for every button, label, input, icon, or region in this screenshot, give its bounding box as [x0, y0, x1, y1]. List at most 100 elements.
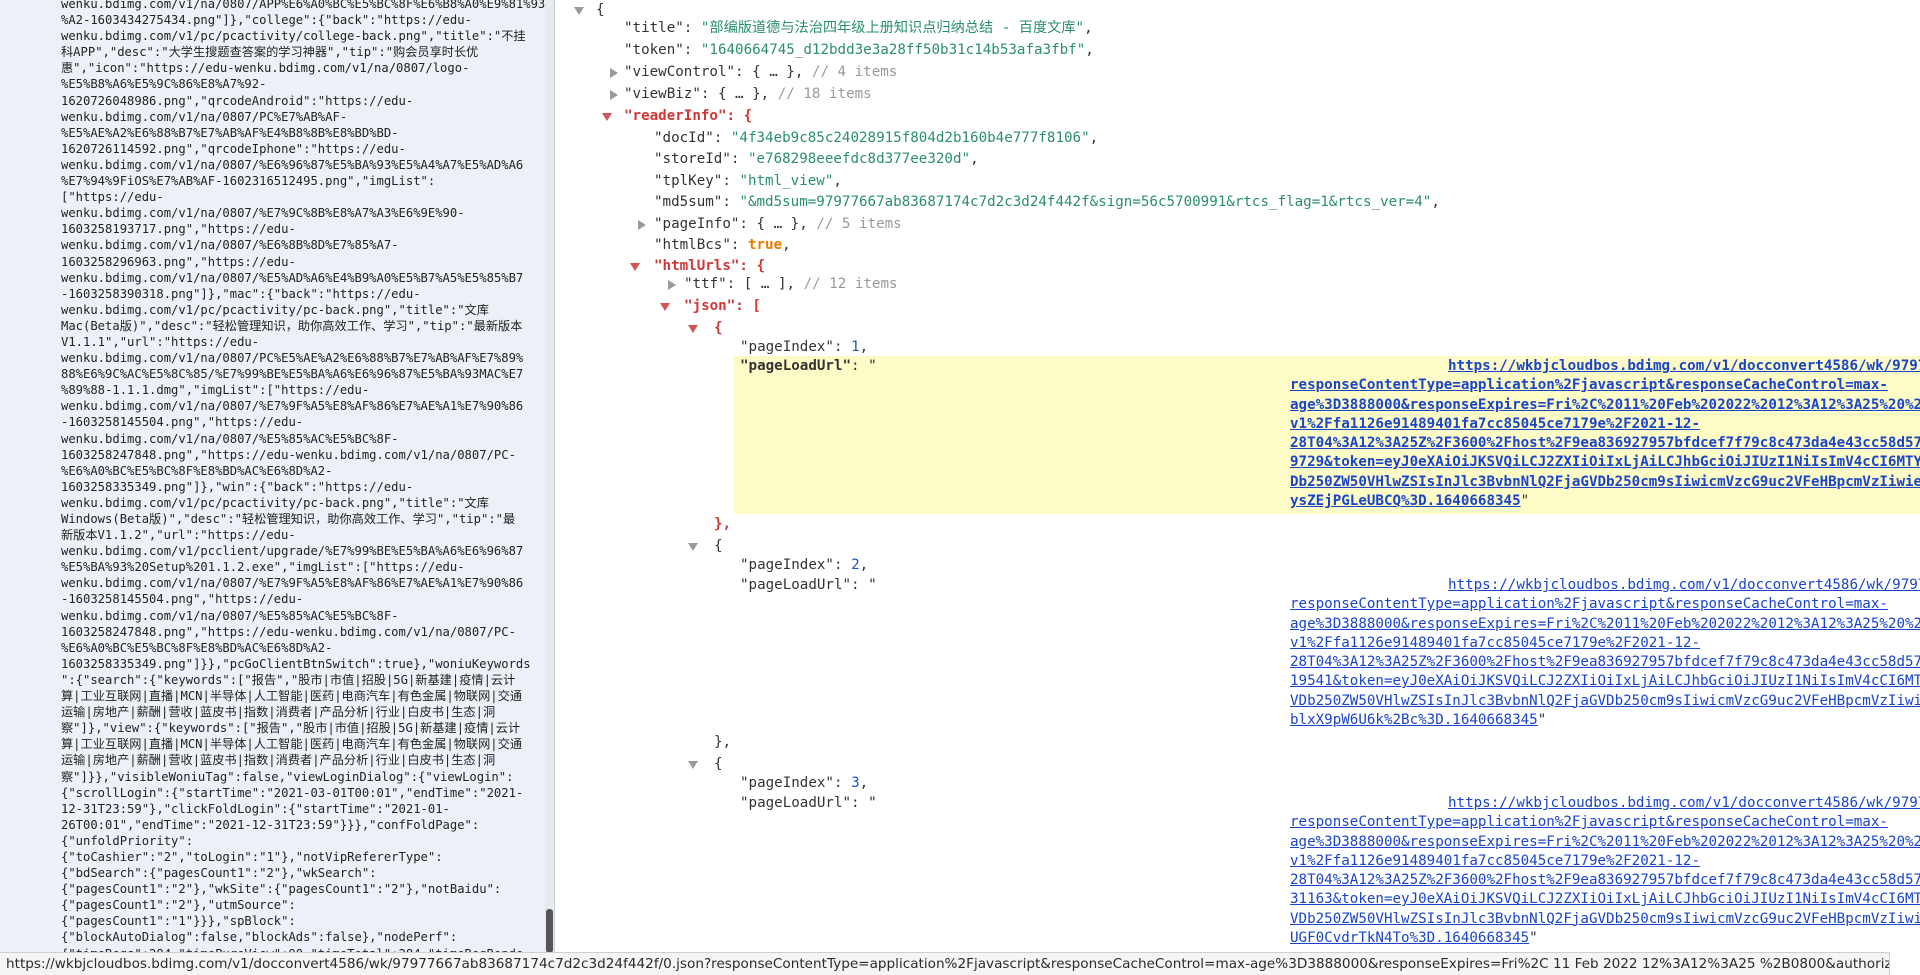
json-item-count: // 18 items [777, 86, 872, 102]
url-line[interactable]: 28T04%3A12%3A25Z%2F3600%2Fhost%2F9ea8369… [1290, 434, 1920, 453]
url-line[interactable]: 9729&token=eyJ0eXAiOiJKSVQiLCJ2ZXIiOiIxL… [1290, 453, 1920, 472]
url-line[interactable]: age%3D3888000&responseExpires=Fri%2C%201… [1290, 396, 1920, 415]
url-link-text[interactable]: UGF0CvdrTkN4To%3D.1640668345 [1290, 930, 1529, 946]
raw-source-panel[interactable]: wenku.bdimg.com/v1/na/0807/APP%E6%A0%BC%… [0, 0, 554, 975]
json-key: "readerInfo" [624, 108, 727, 124]
json-number-value: 3 [851, 775, 860, 791]
url-link-text[interactable]: v1%2Ffa1126e91489401fa7cc85045ce7179e%2F… [1290, 853, 1700, 869]
url-line[interactable]: v1%2Ffa1126e91489401fa7cc85045ce7179e%2F… [1290, 634, 1920, 653]
json-key: "htmlBcs" [654, 237, 731, 253]
url-line[interactable]: https://wkbjcloudbos.bdimg.com/v1/doccon… [1294, 576, 1920, 595]
page-object-close: }, [714, 734, 732, 750]
url-line[interactable]: VDb250ZW50VHlwZSIsInJlc3BvbnNlQ2FjaGVDb2… [1290, 910, 1920, 929]
json-row-token: "token": "1640664745_d12bdd3e3a28ff50b31… [624, 42, 1094, 58]
url-link-text[interactable]: VDb250ZW50VHlwZSIsInJlc3BvbnNlQ2FjaGVDb2… [1290, 911, 1920, 927]
caret-down-icon[interactable] [688, 755, 700, 774]
url-link-text[interactable]: ysZEjPGLeUBCQ%3D.1640668345 [1290, 493, 1521, 509]
url-link-text[interactable]: Db250ZW50VHlwZSIsInJlc3BvbnNlQ2FjaGVDb25… [1290, 474, 1920, 490]
url-link-text[interactable]: age%3D3888000&responseExpires=Fri%2C%201… [1290, 834, 1920, 850]
json-row-htmlUrls[interactable]: "htmlUrls": { [654, 257, 765, 276]
url-line[interactable]: responseContentType=application%2Fjavasc… [1290, 813, 1920, 832]
json-key: "pageLoadUrl" [740, 358, 852, 374]
url-line[interactable]: age%3D3888000&responseExpires=Fri%2C%201… [1290, 833, 1920, 852]
caret-right-icon[interactable] [636, 215, 648, 234]
caret-right-icon[interactable] [666, 275, 678, 294]
caret-down-icon[interactable] [688, 319, 700, 338]
url-link-text[interactable]: 28T04%3A12%3A25Z%2F3600%2Fhost%2F9ea8369… [1290, 435, 1920, 451]
json-row-json[interactable]: "json": [ [684, 297, 761, 316]
url-line[interactable]: v1%2Ffa1126e91489401fa7cc85045ce7179e%2F… [1290, 852, 1920, 871]
json-string-value: "html_view" [739, 173, 834, 189]
url-line[interactable]: 28T04%3A12%3A25Z%2F3600%2Fhost%2F9ea8369… [1290, 871, 1920, 890]
json-key: "json" [684, 298, 736, 314]
url-line[interactable]: responseContentType=application%2Fjavasc… [1290, 376, 1920, 395]
raw-panel-scroll-thumb[interactable] [546, 909, 553, 953]
url-line[interactable]: UGF0CvdrTkN4To%3D.1640668345" [1290, 929, 1920, 948]
json-key: "viewBiz" [624, 86, 701, 102]
json-row-tplKey: "tplKey": "html_view", [654, 173, 842, 189]
page-object-close: }, [714, 516, 732, 532]
url-link-text[interactable]: https://wkbjcloudbos.bdimg.com/v1/doccon… [1448, 795, 1920, 811]
caret-right-icon[interactable] [608, 85, 620, 104]
json-row-ttf[interactable]: "ttf": [ … ], // 12 items [684, 275, 898, 294]
url-line[interactable]: ysZEjPGLeUBCQ%3D.1640668345" [1290, 492, 1920, 511]
url-line[interactable]: 19541&token=eyJ0eXAiOiJKSVQiLCJ2ZXIiOiIx… [1290, 672, 1920, 691]
raw-panel-scrollbar[interactable] [545, 0, 554, 975]
root-object-open: { [596, 2, 605, 18]
json-row-title: "title": "部编版道德与法治四年级上册知识点归纳总结 - 百度文库", [624, 20, 1093, 36]
json-row-pageIndex: "pageIndex": 1, [740, 339, 869, 355]
url-line[interactable]: Db250ZW50VHlwZSIsInJlc3BvbnNlQ2FjaGVDb25… [1290, 473, 1920, 492]
url-link-text[interactable]: age%3D3888000&responseExpires=Fri%2C%201… [1290, 397, 1920, 413]
caret-down-icon[interactable] [630, 257, 642, 276]
url-link-text[interactable]: 28T04%3A12%3A25Z%2F3600%2Fhost%2F9ea8369… [1290, 654, 1920, 670]
url-line[interactable]: 31163&token=eyJ0eXAiOiJKSVQiLCJ2ZXIiOiIx… [1290, 890, 1920, 909]
json-key: "md5sum" [654, 194, 723, 210]
url-link-text[interactable]: responseContentType=application%2Fjavasc… [1290, 814, 1888, 830]
url-link-text[interactable]: responseContentType=application%2Fjavasc… [1290, 596, 1888, 612]
url-line[interactable]: v1%2Ffa1126e91489401fa7cc85045ce7179e%2F… [1290, 415, 1920, 434]
json-row-storeId: "storeId": "e768298eeefdc8d377ee320d", [654, 151, 979, 167]
page-url-link[interactable]: https://wkbjcloudbos.bdimg.com/v1/doccon… [1290, 794, 1920, 948]
url-link-text[interactable]: 9729&token=eyJ0eXAiOiJKSVQiLCJ2ZXIiOiIxL… [1290, 454, 1920, 470]
json-string-value: "部编版道德与法治四年级上册知识点归纳总结 - 百度文库" [700, 20, 1085, 36]
json-row-pageInfo[interactable]: "pageInfo": { … }, // 5 items [654, 215, 902, 234]
url-line[interactable]: responseContentType=application%2Fjavasc… [1290, 595, 1920, 614]
json-row-viewBiz[interactable]: "viewBiz": { … }, // 18 items [624, 85, 872, 104]
url-link-text[interactable]: 19541&token=eyJ0eXAiOiJKSVQiLCJ2ZXIiOiIx… [1290, 673, 1920, 689]
url-link-text[interactable]: https://wkbjcloudbos.bdimg.com/v1/doccon… [1448, 358, 1920, 374]
caret-down-icon[interactable] [602, 107, 614, 126]
url-link-text[interactable]: v1%2Ffa1126e91489401fa7cc85045ce7179e%2F… [1290, 416, 1700, 432]
json-string-value: "e768298eeefdc8d377ee320d" [747, 151, 971, 167]
caret-right-icon[interactable] [608, 63, 620, 82]
url-link-text[interactable]: https://wkbjcloudbos.bdimg.com/v1/doccon… [1448, 577, 1920, 593]
url-link-text[interactable]: blxX9pW6U6k%2Bc%3D.1640668345 [1290, 712, 1538, 728]
panel-divider[interactable] [554, 0, 555, 975]
url-link-text[interactable]: VDb250ZW50VHlwZSIsInJlc3BvbnNlQ2FjaGVDb2… [1290, 693, 1920, 709]
json-string-value: "1640664745_d12bdd3e3a28ff50b31c14b53afa… [700, 42, 1086, 58]
json-key: "viewControl" [624, 64, 736, 80]
url-link-text[interactable]: 28T04%3A12%3A25Z%2F3600%2Fhost%2F9ea8369… [1290, 872, 1920, 888]
url-link-text[interactable]: v1%2Ffa1126e91489401fa7cc85045ce7179e%2F… [1290, 635, 1700, 651]
url-link-text[interactable]: 31163&token=eyJ0eXAiOiJKSVQiLCJ2ZXIiOiIx… [1290, 891, 1920, 907]
url-line[interactable]: 28T04%3A12%3A25Z%2F3600%2Fhost%2F9ea8369… [1290, 653, 1920, 672]
url-link-text[interactable]: age%3D3888000&responseExpires=Fri%2C%201… [1290, 616, 1920, 632]
json-string-value: "&md5sum=97977667ab83687174c7d2c3d24f442… [739, 194, 1432, 210]
url-line[interactable]: blxX9pW6U6k%2Bc%3D.1640668345" [1290, 711, 1920, 730]
caret-down-icon[interactable] [688, 537, 700, 556]
json-row-viewControl[interactable]: "viewControl": { … }, // 4 items [624, 63, 897, 82]
caret-down-icon[interactable] [574, 1, 586, 20]
json-row-docId: "docId": "4f34eb9c85c24028915f804d2b160b… [654, 130, 1099, 146]
url-line[interactable]: age%3D3888000&responseExpires=Fri%2C%201… [1290, 615, 1920, 634]
url-line[interactable]: VDb250ZW50VHlwZSIsInJlc3BvbnNlQ2FjaGVDb2… [1290, 692, 1920, 711]
page-url-link[interactable]: https://wkbjcloudbos.bdimg.com/v1/doccon… [1290, 576, 1920, 730]
json-row-readerInfo[interactable]: "readerInfo": { [624, 107, 752, 126]
json-key: "docId" [654, 130, 714, 146]
url-line[interactable]: https://wkbjcloudbos.bdimg.com/v1/doccon… [1294, 357, 1920, 376]
caret-down-icon[interactable] [660, 297, 672, 316]
page-url-link[interactable]: https://wkbjcloudbos.bdimg.com/v1/doccon… [1290, 357, 1920, 511]
url-link-text[interactable]: responseContentType=application%2Fjavasc… [1290, 377, 1888, 393]
json-key: "ttf" [684, 276, 727, 292]
json-row-pageLoadUrl: "pageLoadUrl": " [740, 795, 877, 811]
json-row-pageIndex: "pageIndex": 3, [740, 775, 869, 791]
url-line[interactable]: https://wkbjcloudbos.bdimg.com/v1/doccon… [1294, 794, 1920, 813]
